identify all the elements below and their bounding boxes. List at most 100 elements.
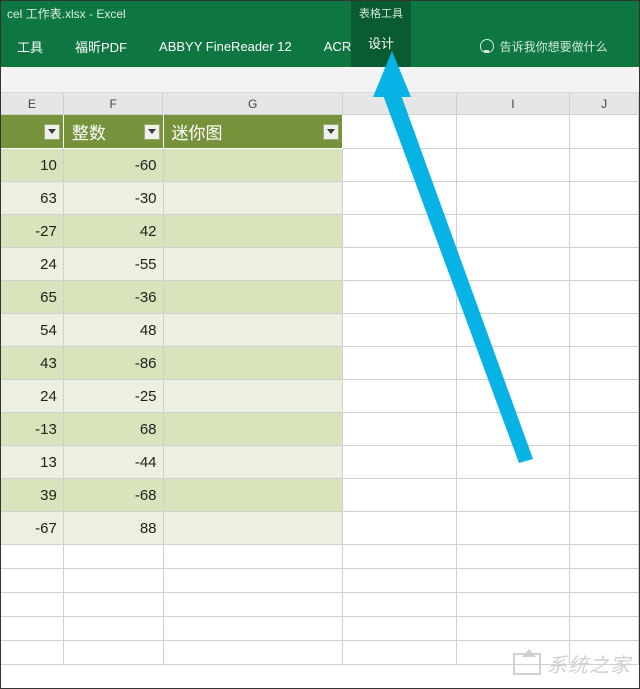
- cell[interactable]: -36: [64, 281, 164, 314]
- cell[interactable]: 10: [1, 149, 64, 182]
- cell[interactable]: [570, 182, 639, 215]
- cell[interactable]: [64, 617, 164, 641]
- cell[interactable]: [570, 446, 639, 479]
- tell-me-search[interactable]: 告诉我你想要做什么: [480, 38, 608, 55]
- cell[interactable]: [457, 115, 571, 149]
- cell[interactable]: [164, 617, 343, 641]
- cell[interactable]: -86: [64, 347, 164, 380]
- cell[interactable]: [570, 347, 639, 380]
- cell[interactable]: [164, 380, 343, 413]
- cell[interactable]: [343, 380, 457, 413]
- table-header-F[interactable]: 整数: [64, 115, 164, 149]
- cell[interactable]: [164, 512, 343, 545]
- cell[interactable]: [570, 215, 639, 248]
- col-header-F[interactable]: F: [64, 93, 164, 115]
- cell[interactable]: [343, 248, 457, 281]
- cell[interactable]: [570, 115, 639, 149]
- cell[interactable]: [343, 479, 457, 512]
- cell[interactable]: [457, 512, 571, 545]
- cell[interactable]: 48: [64, 314, 164, 347]
- col-header-I[interactable]: I: [457, 93, 571, 115]
- tab-foxit-pdf[interactable]: 福昕PDF: [59, 25, 143, 67]
- cell[interactable]: [64, 641, 164, 665]
- cell[interactable]: 24: [1, 380, 64, 413]
- cell[interactable]: -55: [64, 248, 164, 281]
- cell[interactable]: [457, 569, 571, 593]
- cell[interactable]: -44: [64, 446, 164, 479]
- table-header-E[interactable]: [1, 115, 64, 149]
- cell[interactable]: [457, 545, 571, 569]
- cell[interactable]: [343, 215, 457, 248]
- cell[interactable]: [164, 446, 343, 479]
- cell[interactable]: [457, 479, 571, 512]
- cell[interactable]: [457, 347, 571, 380]
- cell[interactable]: [457, 182, 571, 215]
- cell[interactable]: [570, 149, 639, 182]
- cell[interactable]: [164, 641, 343, 665]
- cell[interactable]: [164, 215, 343, 248]
- cell[interactable]: [164, 593, 343, 617]
- cell[interactable]: [457, 281, 571, 314]
- cell[interactable]: [343, 182, 457, 215]
- cell[interactable]: [343, 512, 457, 545]
- cell[interactable]: -67: [1, 512, 64, 545]
- cell[interactable]: [164, 281, 343, 314]
- cell[interactable]: [1, 593, 64, 617]
- cell[interactable]: [164, 182, 343, 215]
- cell[interactable]: [457, 380, 571, 413]
- cell[interactable]: [457, 149, 571, 182]
- cell[interactable]: [1, 617, 64, 641]
- cell[interactable]: [64, 593, 164, 617]
- cell[interactable]: [343, 281, 457, 314]
- cell[interactable]: [1, 641, 64, 665]
- tab-design[interactable]: 设计: [368, 33, 394, 52]
- cell[interactable]: [64, 545, 164, 569]
- filter-icon[interactable]: [44, 124, 60, 140]
- cell[interactable]: [457, 446, 571, 479]
- cell[interactable]: [570, 593, 639, 617]
- cell[interactable]: -13: [1, 413, 64, 446]
- cell[interactable]: 68: [64, 413, 164, 446]
- cell[interactable]: [570, 512, 639, 545]
- cell[interactable]: [343, 347, 457, 380]
- cell[interactable]: [457, 413, 571, 446]
- filter-icon[interactable]: [323, 124, 339, 140]
- cell[interactable]: 13: [1, 446, 64, 479]
- cell[interactable]: [457, 248, 571, 281]
- cell[interactable]: [164, 569, 343, 593]
- cell[interactable]: [343, 569, 457, 593]
- cell[interactable]: [164, 347, 343, 380]
- cell[interactable]: [457, 617, 571, 641]
- cell[interactable]: -30: [64, 182, 164, 215]
- tab-tools[interactable]: 工具: [1, 25, 59, 67]
- cell[interactable]: [164, 413, 343, 446]
- cell[interactable]: [343, 413, 457, 446]
- col-header-J[interactable]: J: [570, 93, 639, 115]
- col-header-G[interactable]: G: [163, 93, 342, 115]
- cell[interactable]: 63: [1, 182, 64, 215]
- cell[interactable]: [343, 593, 457, 617]
- cell[interactable]: [343, 641, 457, 665]
- cell[interactable]: [343, 617, 457, 641]
- cell[interactable]: [343, 149, 457, 182]
- cell[interactable]: 24: [1, 248, 64, 281]
- cell[interactable]: [570, 545, 639, 569]
- col-header-H[interactable]: H: [343, 93, 457, 115]
- cell[interactable]: [570, 479, 639, 512]
- cell[interactable]: [164, 479, 343, 512]
- cell[interactable]: [570, 569, 639, 593]
- cell[interactable]: [343, 314, 457, 347]
- cell[interactable]: [164, 248, 343, 281]
- cell[interactable]: -60: [64, 149, 164, 182]
- filter-icon[interactable]: [144, 124, 160, 140]
- cell[interactable]: [1, 545, 64, 569]
- cell[interactable]: -27: [1, 215, 64, 248]
- cell[interactable]: 42: [64, 215, 164, 248]
- cell[interactable]: [343, 446, 457, 479]
- cell[interactable]: [570, 413, 639, 446]
- cell[interactable]: 88: [64, 512, 164, 545]
- cell[interactable]: [343, 545, 457, 569]
- cell[interactable]: -68: [64, 479, 164, 512]
- cell[interactable]: [457, 314, 571, 347]
- cell[interactable]: 54: [1, 314, 64, 347]
